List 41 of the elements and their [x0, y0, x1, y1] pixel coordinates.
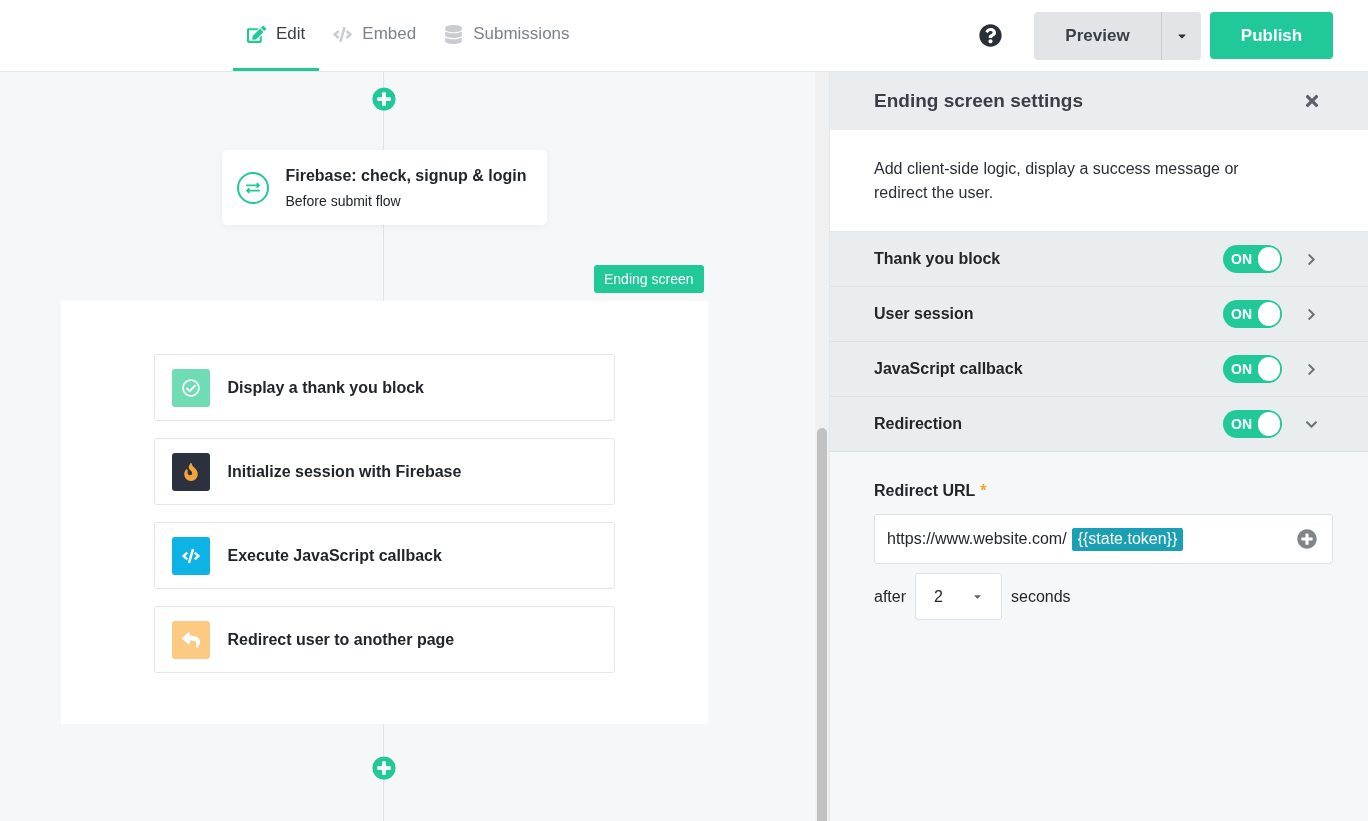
- add-step-icon[interactable]: [372, 756, 396, 780]
- chevron-right-icon[interactable]: [1305, 307, 1317, 321]
- settings-section[interactable]: Redirection ON: [830, 397, 1368, 452]
- seconds-dropdown[interactable]: 2: [915, 573, 1002, 620]
- flow-step-card[interactable]: Firebase: check, signup & login Before submit flow: [221, 150, 547, 225]
- delay-prefix: after: [874, 586, 906, 607]
- action-item[interactable]: Execute JavaScript callback: [153, 522, 615, 589]
- token-tag: {{state.token}}: [1071, 527, 1184, 551]
- database-icon: [444, 24, 464, 44]
- nav-tab[interactable]: Embed: [319, 0, 431, 71]
- preview-button[interactable]: Preview: [1034, 11, 1161, 60]
- ending-screen-badge: Ending screen: [594, 265, 704, 293]
- code-icon: [171, 536, 210, 575]
- url-input-field[interactable]: https://www.website.com/ {{state.token}}: [874, 514, 1333, 564]
- settings-section[interactable]: JavaScript callback ON: [830, 342, 1368, 397]
- step-subtitle: Before submit flow: [285, 191, 402, 211]
- edit-icon: [247, 24, 266, 44]
- settings-section[interactable]: User session ON: [830, 287, 1368, 342]
- nav-tab[interactable]: Edit: [233, 0, 320, 71]
- action-item[interactable]: Redirect user to another page: [153, 606, 615, 673]
- field-label: Redirect URL: [874, 481, 976, 501]
- step-title: Firebase: check, signup & login: [285, 165, 527, 186]
- code-icon: [333, 24, 353, 44]
- settings-section[interactable]: Thank you block ON: [830, 232, 1368, 287]
- ending-screen-card[interactable]: Display a thank you block Initialize session with Firebase Execute JavaScript callback Redirect user to another page: [60, 301, 708, 724]
- delay-suffix: seconds: [1011, 586, 1071, 607]
- add-step-icon[interactable]: [372, 87, 396, 111]
- action-item[interactable]: Initialize session with Firebase: [153, 438, 615, 505]
- flame-icon: [171, 452, 210, 491]
- close-icon[interactable]: [1303, 92, 1321, 110]
- help-icon[interactable]: [979, 24, 1002, 47]
- nav-tab[interactable]: Submissions: [430, 0, 584, 71]
- scrollbar-thumb[interactable]: [817, 428, 827, 821]
- panel-title: Ending screen settings: [874, 88, 1084, 113]
- chevron-right-icon[interactable]: [1305, 362, 1317, 376]
- required-mark: *: [980, 481, 987, 501]
- add-variable-icon[interactable]: [1297, 529, 1317, 549]
- panel-description: Add client-side logic, display a success message or redirect the user.: [874, 159, 1240, 203]
- chevron-right-icon[interactable]: [1305, 252, 1317, 266]
- action-item[interactable]: Display a thank you block: [153, 354, 615, 421]
- swap-arrows-icon: [236, 171, 269, 204]
